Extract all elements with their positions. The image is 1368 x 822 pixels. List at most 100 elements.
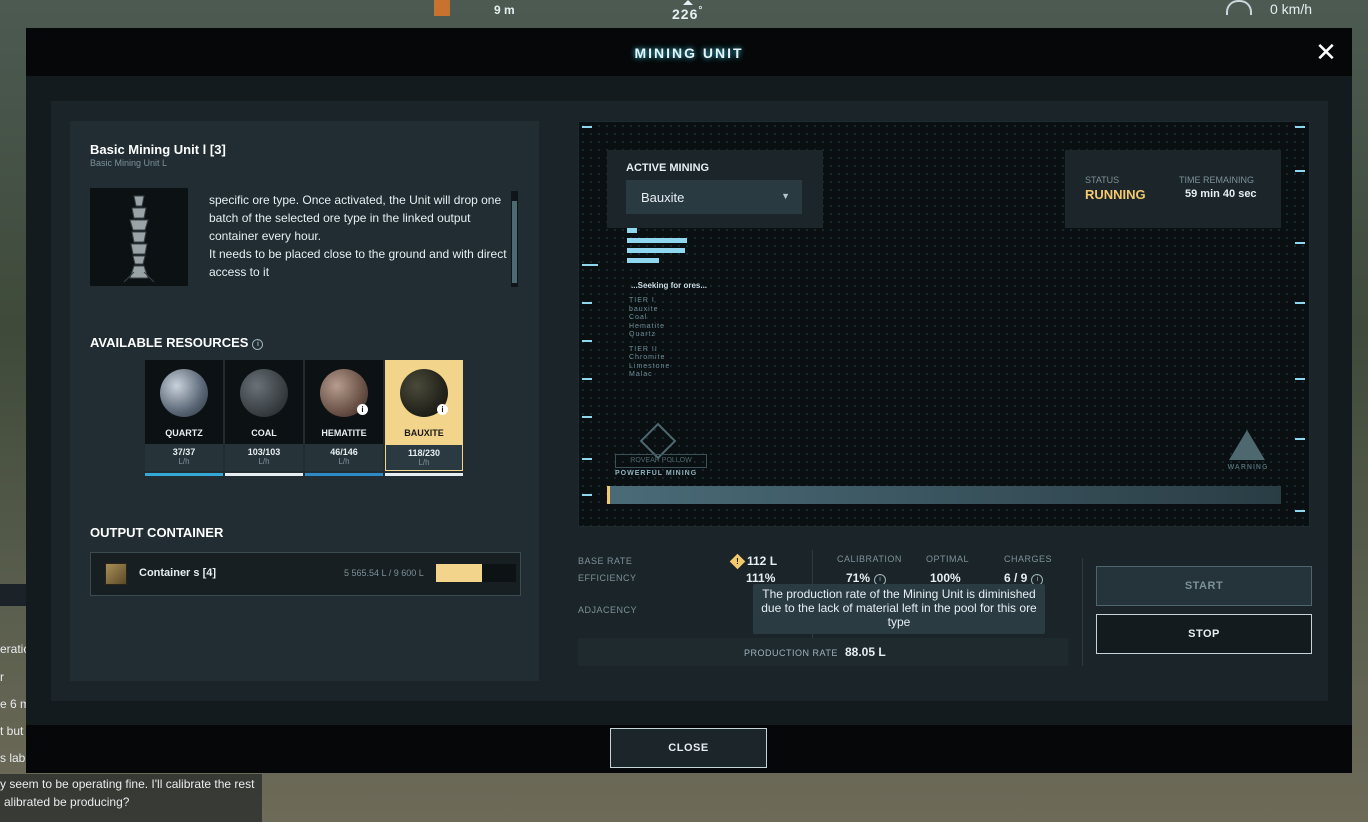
tier-line: bauxite — [629, 305, 659, 313]
production-rate-label: PRODUCTION RATE — [744, 648, 838, 658]
scale-tick — [582, 416, 592, 418]
charges-number: 6 / 9 — [1004, 571, 1028, 585]
time-remaining-value: 59 min 40 sec — [1185, 188, 1257, 200]
chat-line: r — [0, 670, 4, 684]
resource-stats: 37/37 L/h — [145, 444, 223, 471]
base-rate-label: BASE RATE — [578, 556, 633, 566]
start-button[interactable]: START — [1096, 566, 1312, 606]
resources-title-text: AVAILABLE RESOURCES — [90, 335, 249, 350]
resource-coal[interactable]: COAL 103/103 L/h — [225, 360, 303, 478]
mining-unit-image — [90, 188, 188, 286]
resource-name: HEMATITE — [321, 428, 367, 438]
tier-line: Hematite — [629, 322, 666, 330]
resource-quartz[interactable]: QUARTZ 37/37 L/h — [145, 360, 223, 478]
info-icon[interactable]: i — [357, 404, 368, 415]
efficiency-value: 111% — [746, 571, 776, 585]
degree-symbol: ° — [698, 5, 704, 16]
tier-line: TIER I — [629, 297, 655, 304]
description-overflow: · · · · · · · · — [209, 183, 509, 191]
resource-indicator — [385, 473, 463, 476]
active-mining-title: ACTIVE MINING — [626, 162, 710, 174]
coal-ore-icon — [240, 369, 288, 417]
container-name: Container s [4] — [139, 567, 217, 579]
close-button[interactable]: CLOSE — [610, 728, 767, 768]
mining-progress-bar — [607, 486, 1281, 504]
resource-stats: 118/230 L/h — [385, 444, 463, 471]
chat-line: y seem to be operating fine. I'll calibr… — [0, 777, 255, 791]
resources-list: QUARTZ 37/37 L/h COAL 103/103 L/h i HEMA… — [145, 360, 465, 478]
efficiency-label: EFFICIENCY — [578, 573, 637, 583]
resource-indicator — [145, 473, 223, 476]
chat-line: alibrated be producing? — [4, 795, 130, 809]
tooltip: The production rate of the Mining Unit i… — [753, 584, 1045, 634]
tier-line: TIER II — [629, 345, 658, 353]
resource-card: COAL — [225, 360, 303, 444]
output-container[interactable]: Container s [4] 5 565.54 L / 9 600 L — [90, 552, 521, 596]
description-scrollbar[interactable] — [511, 191, 518, 287]
status-value: RUNNING — [1085, 187, 1146, 202]
scale-tick — [582, 126, 592, 128]
chat-line: t but — [0, 724, 24, 738]
seeking-text: ...Seeking for ores... — [631, 281, 708, 290]
unit-description: · · · · · · · · specific ore type. Once … — [209, 183, 509, 287]
calibration-label: CALIBRATION — [837, 554, 902, 564]
heading-value: 226 — [672, 6, 699, 22]
scan-bars — [627, 228, 687, 268]
optimal-label: OPTIMAL — [926, 554, 970, 564]
stop-button[interactable]: STOP — [1096, 614, 1312, 654]
info-icon[interactable]: i — [252, 339, 264, 350]
scale-tick — [1295, 126, 1305, 128]
tier-list: TIER I bauxite Coal Hematite Quartz TIER… — [629, 297, 670, 380]
resource-stats: 103/103 L/h — [225, 444, 303, 471]
warning-icon[interactable]: ! — [729, 553, 746, 570]
description-text-2: It needs to be placed close to the groun… — [209, 247, 507, 279]
scale-tick — [1295, 242, 1305, 244]
resource-bauxite[interactable]: i BAUXITE 118/230 L/h — [385, 360, 463, 478]
adjacency-label: ADJACENCY — [578, 605, 638, 615]
warning-icon — [1229, 430, 1265, 460]
resource-hematite[interactable]: i HEMATITE 46/146 L/h — [305, 360, 383, 478]
mining-display: ACTIVE MINING Bauxite ▼ STATUS RUNNING T… — [578, 121, 1310, 527]
warning-text: WARNING — [1227, 464, 1269, 471]
resource-count: 118/230 — [407, 448, 441, 458]
logo-text: ROVEAR POLLOW — [615, 454, 707, 468]
resources-title: AVAILABLE RESOURCES i — [90, 335, 264, 350]
info-icon[interactable]: i — [437, 404, 448, 415]
mining-progress-cursor — [607, 486, 610, 504]
ore-select-dropdown[interactable]: Bauxite ▼ — [626, 180, 802, 214]
logo-caption: POWERFUL MINING — [615, 470, 698, 477]
charges-label: CHARGES — [1004, 554, 1053, 564]
resource-count: 103/103 — [247, 447, 281, 457]
scale-tick — [582, 264, 598, 266]
resource-unit: L/h — [178, 457, 190, 466]
scale-tick — [582, 458, 592, 460]
scale-tick — [582, 340, 592, 342]
scale-tick — [1295, 302, 1305, 304]
mining-unit-modal: MINING UNIT ✕ Basic Mining Unit l [3] Ba… — [26, 28, 1352, 773]
scan-bar — [627, 258, 659, 263]
chat-line: s lab — [0, 751, 26, 765]
scale-tick — [1295, 170, 1305, 172]
resource-count: 37/37 — [172, 447, 196, 457]
resource-unit: L/h — [258, 457, 270, 466]
active-mining-box: ACTIVE MINING Bauxite ▼ — [607, 150, 823, 228]
tier-line: Coal — [629, 314, 648, 321]
close-icon[interactable]: ✕ — [1314, 39, 1338, 65]
resource-card: QUARTZ — [145, 360, 223, 444]
selected-ore: Bauxite — [641, 190, 685, 205]
scrollbar-thumb[interactable] — [512, 201, 517, 283]
brand-logo: ROVEAR POLLOW POWERFUL MINING — [615, 422, 707, 477]
stats-area: BASE RATE ! 112 L EFFICIENCY 111% ADJACE… — [578, 550, 1068, 670]
container-icon — [105, 563, 127, 585]
resource-indicator — [225, 473, 303, 476]
scan-bar — [627, 238, 687, 243]
production-rate-value: 88.05 L — [845, 645, 886, 659]
resource-unit: L/h — [418, 458, 430, 467]
time-remaining-label: TIME REMAINING — [1179, 175, 1255, 185]
scale-tick — [582, 302, 592, 304]
unit-name: Basic Mining Unit l [3] — [90, 142, 226, 157]
speedometer-icon — [1226, 0, 1252, 15]
game-hud: 9 m 226° 0 km/h — [0, 0, 1368, 28]
scale-tick — [1295, 438, 1305, 440]
tier-line: Chromite — [629, 354, 666, 361]
